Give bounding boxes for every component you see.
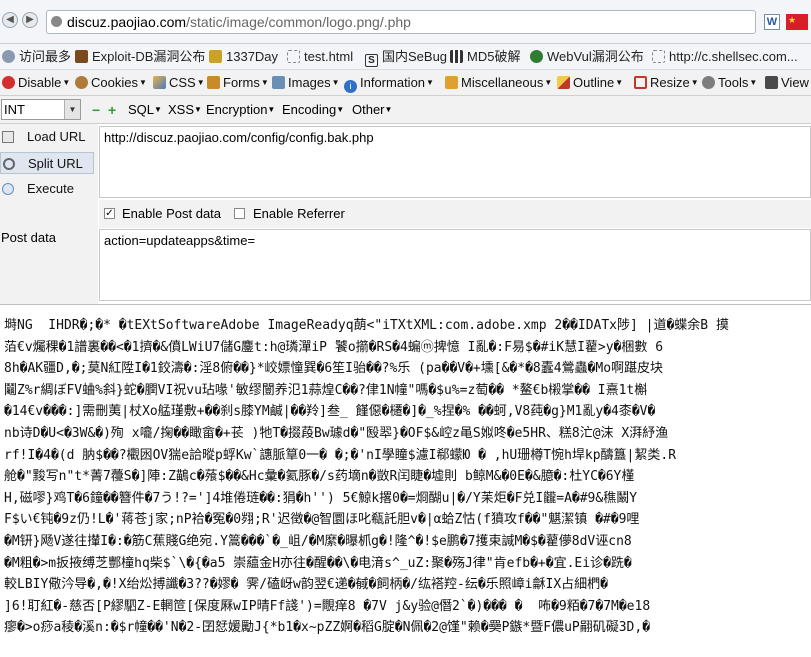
exploit-db-icon (75, 50, 88, 63)
globe-icon (51, 16, 62, 27)
page-icon (652, 50, 665, 63)
post-data-label: Post data (1, 230, 56, 245)
bookmark-test-html[interactable]: test.html (287, 48, 353, 66)
css-brush-icon (153, 76, 166, 89)
sql-menu[interactable]: SQL▼ (128, 101, 162, 119)
address-bar[interactable]: discuz.paojiao.com/static/image/common/l… (46, 10, 756, 34)
load-url-icon (2, 131, 14, 143)
cookie-icon (75, 76, 88, 89)
word-icon[interactable]: W (764, 14, 780, 30)
grid-icon (450, 50, 463, 63)
gear-icon (2, 50, 15, 63)
menu-cookies[interactable]: Cookies▼ (75, 74, 147, 92)
enable-post-label: Enable Post data (122, 206, 222, 221)
encryption-menu[interactable]: Encryption▼ (206, 101, 275, 119)
bookmark-md5[interactable]: MD5破解 (450, 48, 520, 66)
menu-miscellaneous[interactable]: Miscellaneous▼ (445, 74, 552, 92)
form-icon (207, 76, 220, 89)
scissors-icon (3, 158, 15, 170)
hackbar-toolbar (0, 96, 811, 124)
bookmark-sebug[interactable]: S 国内SeBug (365, 48, 447, 67)
back-button[interactable]: ◀ (2, 12, 18, 28)
garbled-binary-text: 塒NG IHDR�;�* �tEXtSoftwareAdobe ImageRea… (4, 318, 729, 636)
enable-post-checkbox[interactable]: ✓ (104, 208, 115, 219)
sebug-icon: S (365, 54, 378, 67)
disable-icon (2, 76, 15, 89)
view-icon (765, 76, 778, 89)
hackbar-sidebar: Load URL Split URL Execute (0, 124, 98, 304)
resize-icon (634, 76, 647, 89)
bookmark-1337day[interactable]: 1337Day (209, 48, 278, 66)
1337day-icon (209, 50, 222, 63)
enable-referrer-label: Enable Referrer (253, 206, 345, 221)
pencil-icon (557, 76, 570, 89)
chevron-down-icon: ▼ (64, 100, 80, 119)
post-data-textarea[interactable]: action=updateapps&time= (99, 229, 811, 301)
bookmark-exploit-db[interactable]: Exploit-DB漏洞公布 (75, 48, 205, 66)
china-flag-icon[interactable]: ★ (786, 14, 808, 30)
enable-referrer-checkbox[interactable] (234, 208, 245, 219)
bug-icon (530, 50, 543, 63)
bookmark-shellsec[interactable]: http://c.shellsec.com... (652, 48, 798, 66)
xss-menu[interactable]: XSS▼ (168, 101, 202, 119)
image-icon (272, 76, 285, 89)
menu-css[interactable]: CSS▼ (153, 74, 205, 92)
menu-view[interactable]: View (765, 74, 809, 92)
type-select[interactable]: INT ▼ (1, 99, 81, 120)
tools-icon (702, 76, 715, 89)
url-textarea[interactable]: http://discuz.paojiao.com/config/config.… (99, 126, 811, 198)
page-icon (287, 50, 300, 63)
bookmark-webvul[interactable]: WebVul漏洞公布 (530, 48, 644, 66)
menu-information[interactable]: i Information▼ (344, 74, 434, 93)
split-url-button[interactable]: Split URL (0, 152, 94, 174)
load-url-button[interactable]: Load URL (0, 126, 94, 148)
encoding-menu[interactable]: Encoding▼ (282, 101, 344, 119)
page-content: 塒NG IHDR�;�* �tEXtSoftwareAdobe ImageRea… (0, 304, 811, 657)
url-path: /static/image/common/logo.png/.php (186, 14, 411, 30)
bookmarks-bar: 访问最多 Exploit-DB漏洞公布 1337Day test.html S国… (0, 44, 811, 70)
options-row: ✓ Enable Post data Enable Referrer (99, 200, 811, 228)
menu-resize[interactable]: Resize▼ (634, 74, 699, 92)
menu-forms[interactable]: Forms▼ (207, 74, 269, 92)
menu-disable[interactable]: Disable▼ (2, 74, 70, 92)
menu-outline[interactable]: Outline▼ (557, 74, 623, 92)
other-menu[interactable]: Other▼ (352, 101, 392, 119)
navigation-bar: ◀ ▶ discuz.paojiao.com/static/image/comm… (0, 0, 811, 44)
minus-icon[interactable]: − (92, 101, 100, 119)
execute-button[interactable]: Execute (0, 178, 94, 200)
url-domain: discuz.paojiao.com (67, 14, 187, 30)
web-developer-toolbar: Disable▼ Cookies▼ CSS▼ Forms▼ Images▼ iI… (0, 70, 811, 96)
bookmark-most-visited[interactable]: 访问最多 (2, 48, 71, 66)
misc-icon (445, 76, 458, 89)
forward-button[interactable]: ▶ (22, 12, 38, 28)
play-icon (2, 183, 14, 195)
info-icon: i (344, 80, 357, 93)
plus-icon[interactable]: + (108, 101, 116, 119)
menu-tools[interactable]: Tools▼ (702, 74, 757, 92)
menu-images[interactable]: Images▼ (272, 74, 340, 92)
